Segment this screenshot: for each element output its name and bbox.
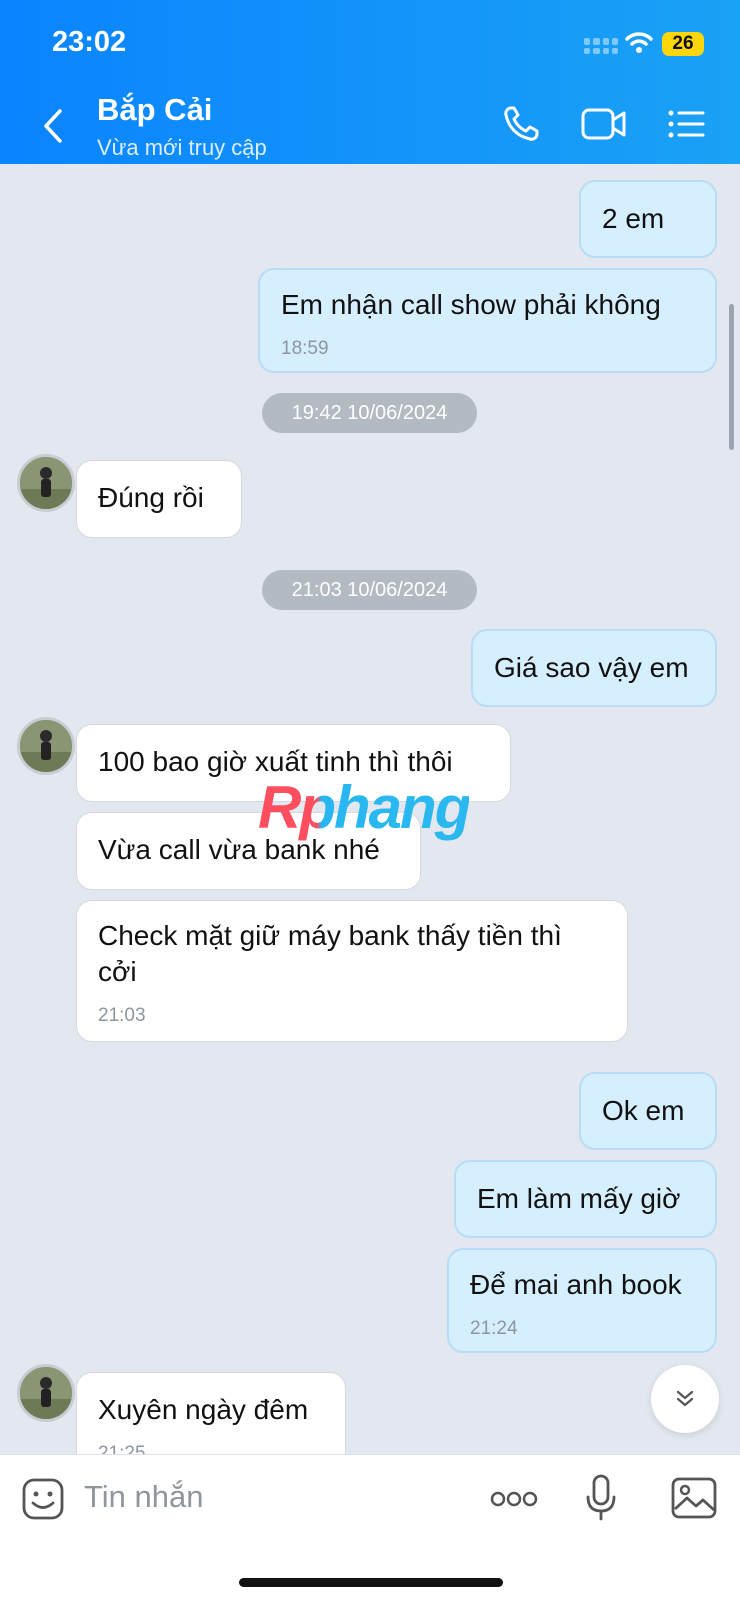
message-outgoing[interactable]: 2 em bbox=[579, 180, 717, 258]
back-icon[interactable] bbox=[38, 106, 68, 146]
message-time: 21:24 bbox=[470, 1318, 518, 1339]
chat-header: 23:02 26 Bắp Cải Vừa mới truy cập bbox=[0, 0, 740, 164]
contact-status: Vừa mới truy cập bbox=[97, 135, 267, 160]
avatar[interactable] bbox=[17, 717, 75, 775]
menu-icon[interactable] bbox=[667, 104, 707, 144]
video-call-icon[interactable] bbox=[580, 104, 628, 144]
date-separator: 21:03 10/06/2024 bbox=[262, 570, 477, 610]
message-text: Để mai anh book bbox=[470, 1269, 682, 1300]
message-outgoing[interactable]: Để mai anh book 21:24 bbox=[447, 1248, 717, 1353]
message-text: Em làm mấy giờ bbox=[477, 1183, 681, 1214]
message-outgoing[interactable]: Ok em bbox=[579, 1072, 717, 1150]
contact-name[interactable]: Bắp Cải bbox=[97, 92, 212, 128]
home-indicator bbox=[239, 1578, 503, 1587]
scrollbar[interactable] bbox=[729, 304, 734, 450]
message-text: Em nhận call show phải không bbox=[281, 289, 661, 320]
watermark-logo: Rphang bbox=[258, 774, 471, 841]
sticker-icon[interactable] bbox=[22, 1478, 64, 1520]
signal-icon bbox=[584, 38, 618, 54]
scroll-down-button[interactable] bbox=[651, 1365, 719, 1433]
wifi-icon bbox=[625, 32, 653, 53]
message-incoming[interactable]: Đúng rồi bbox=[76, 460, 242, 538]
chevron-down-icon bbox=[676, 1390, 694, 1407]
battery-icon: 26 bbox=[662, 32, 704, 56]
message-text: Đúng rồi bbox=[98, 482, 204, 513]
message-outgoing[interactable]: Giá sao vậy em bbox=[471, 629, 717, 707]
message-time: 21:03 bbox=[98, 1005, 146, 1026]
status-time: 23:02 bbox=[52, 26, 127, 58]
message-incoming[interactable]: Xuyên ngày đêm 21:25 bbox=[76, 1372, 346, 1454]
message-time: 18:59 bbox=[281, 338, 329, 359]
message-incoming[interactable]: Check mặt giữ máy bank thấy tiền thì cởi… bbox=[76, 900, 628, 1042]
message-input[interactable]: Tin nhắn bbox=[84, 1479, 204, 1515]
more-icon[interactable] bbox=[490, 1489, 538, 1509]
avatar[interactable] bbox=[17, 454, 75, 512]
message-outgoing[interactable]: Em làm mấy giờ bbox=[454, 1160, 717, 1238]
microphone-icon[interactable] bbox=[584, 1473, 618, 1523]
date-separator: 19:42 10/06/2024 bbox=[262, 393, 477, 433]
message-text: 2 em bbox=[602, 203, 665, 234]
avatar[interactable] bbox=[17, 1364, 75, 1422]
input-bar: Tin nhắn bbox=[0, 1454, 740, 1601]
battery-level: 26 bbox=[672, 33, 694, 54]
message-text: Xuyên ngày đêm bbox=[98, 1394, 309, 1425]
message-text: Ok em bbox=[602, 1095, 685, 1126]
phone-icon[interactable] bbox=[501, 104, 541, 144]
message-text: Check mặt giữ máy bank thấy tiền thì cởi bbox=[98, 920, 562, 987]
image-icon[interactable] bbox=[671, 1477, 717, 1519]
message-time: 21:25 bbox=[98, 1443, 146, 1454]
message-text: Giá sao vậy em bbox=[494, 652, 689, 683]
message-outgoing[interactable]: Em nhận call show phải không 18:59 bbox=[258, 268, 717, 373]
